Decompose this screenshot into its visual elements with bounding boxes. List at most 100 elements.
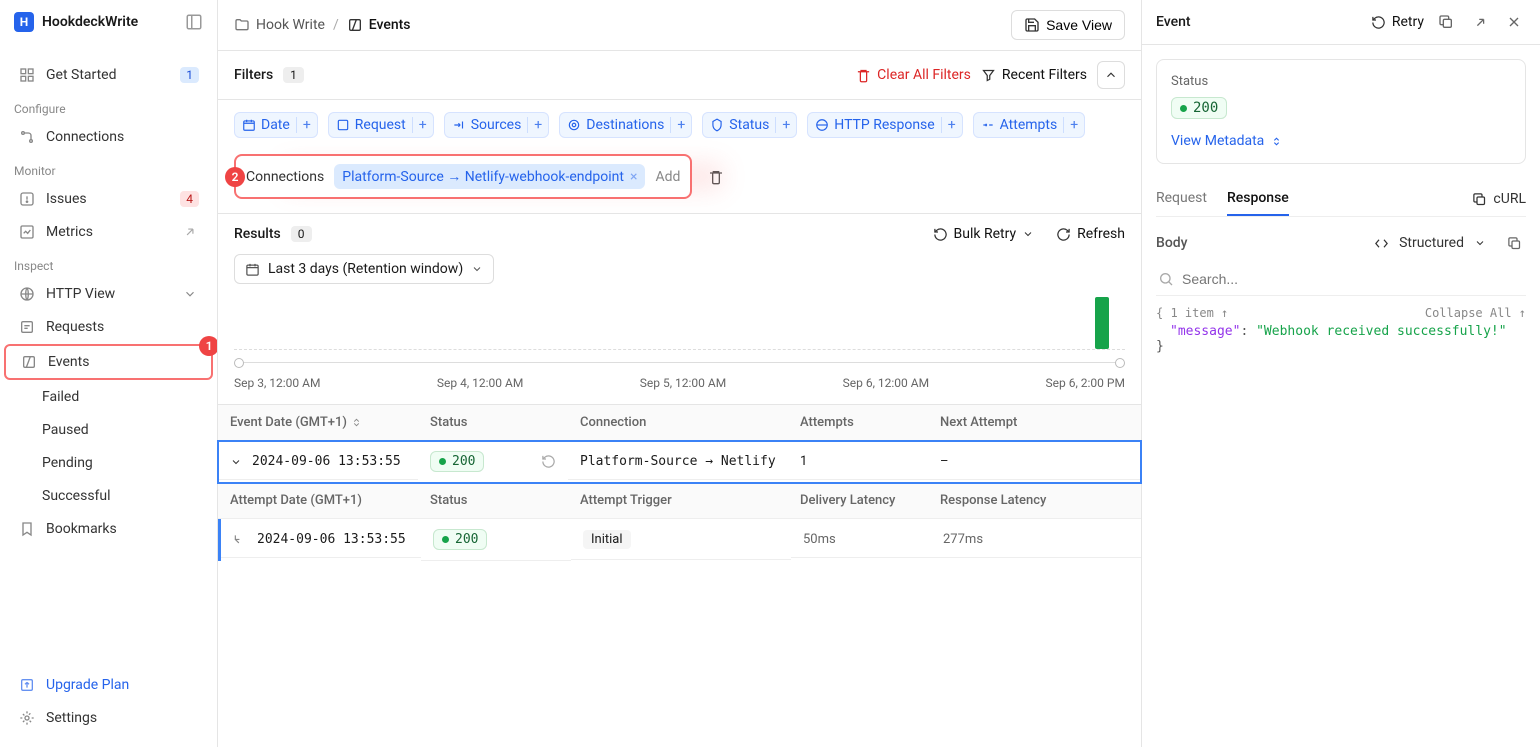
request-icon xyxy=(335,118,351,132)
collapse-all-button[interactable]: Collapse All ↑ xyxy=(1425,306,1526,320)
chevron-down-icon xyxy=(181,287,199,301)
remove-chip-icon[interactable]: × xyxy=(630,169,637,185)
column-next-attempt[interactable]: Next Attempt xyxy=(928,405,1141,441)
retry-icon xyxy=(933,227,948,242)
sidebar-item-events-pending[interactable]: Pending xyxy=(4,447,213,479)
breadcrumb-root[interactable]: Hook Write xyxy=(234,17,325,33)
json-value: "Webhook received successfully!" xyxy=(1256,324,1506,339)
filter-pill-destinations[interactable]: Destinations+ xyxy=(559,112,692,138)
plus-icon[interactable]: + xyxy=(1063,117,1078,133)
status-badge: 200 xyxy=(1171,97,1227,119)
filters-count: 1 xyxy=(283,67,304,83)
topbar: Hook Write / Events Save View xyxy=(218,0,1141,51)
events-icon xyxy=(347,17,363,33)
tab-request[interactable]: Request xyxy=(1156,182,1207,216)
column-attempt-date: Attempt Date (GMT+1) xyxy=(218,483,418,519)
column-connection[interactable]: Connection xyxy=(568,405,788,441)
sidebar-item-events-paused[interactable]: Paused xyxy=(4,414,213,446)
sidebar-item-upgrade[interactable]: Upgrade Plan xyxy=(4,669,213,701)
copy-icon[interactable] xyxy=(1434,10,1458,34)
tab-response[interactable]: Response xyxy=(1227,182,1289,216)
event-row[interactable]: 2024-09-06 13:53:55 200 Platform-Source … xyxy=(218,441,1141,483)
clear-all-filters-button[interactable]: Clear All Filters xyxy=(856,67,971,83)
breadcrumb-separator: / xyxy=(333,17,339,33)
filter-pill-http-response[interactable]: HTTP Response+ xyxy=(807,112,962,138)
retry-button[interactable]: Retry xyxy=(1371,14,1424,30)
filter-pill-sources[interactable]: Sources+ xyxy=(444,112,550,138)
collapse-filters-button[interactable] xyxy=(1097,61,1125,89)
connections-icon xyxy=(18,129,36,145)
detail-tabs: Request Response cURL xyxy=(1156,182,1526,217)
date-range-dropdown[interactable]: Last 3 days (Retention window) xyxy=(234,254,494,284)
refresh-button[interactable]: Refresh xyxy=(1056,226,1125,242)
recent-filters-button[interactable]: Recent Filters xyxy=(981,67,1087,83)
recent-filters-label: Recent Filters xyxy=(1002,67,1087,83)
panel-toggle-icon[interactable] xyxy=(185,13,203,31)
copy-body-icon[interactable] xyxy=(1502,231,1526,255)
column-delivery-latency: Delivery Latency xyxy=(788,483,928,519)
expand-icon[interactable] xyxy=(1468,10,1492,34)
filter-pill-request[interactable]: Request+ xyxy=(328,112,434,138)
time-label: Sep 3, 12:00 AM xyxy=(234,376,320,390)
chevron-down-icon xyxy=(471,263,483,275)
sidebar-item-connections[interactable]: Connections xyxy=(4,121,213,153)
body-search-input[interactable] xyxy=(1156,263,1526,296)
sidebar-item-settings[interactable]: Settings xyxy=(4,702,213,734)
view-metadata-link[interactable]: View Metadata xyxy=(1171,133,1511,149)
chevron-up-icon xyxy=(1104,68,1118,82)
sidebar-item-bookmarks[interactable]: Bookmarks xyxy=(4,513,213,545)
chevron-down-icon[interactable] xyxy=(230,456,242,468)
sidebar-item-label: Paused xyxy=(42,422,199,438)
sidebar-item-issues[interactable]: Issues 4 xyxy=(4,183,213,215)
event-date-cell: 2024-09-06 13:53:55 xyxy=(252,454,401,469)
save-view-label: Save View xyxy=(1046,17,1112,33)
active-filter-chip[interactable]: Platform-Source → Netlify-webhook-endpoi… xyxy=(334,164,645,189)
date-range-label: Last 3 days (Retention window) xyxy=(268,261,463,277)
structured-toggle[interactable]: Structured xyxy=(1399,235,1464,251)
plus-icon[interactable]: + xyxy=(775,117,790,133)
column-status[interactable]: Status xyxy=(418,405,568,441)
sidebar-item-events[interactable]: Events 1 xyxy=(4,344,213,380)
retry-icon[interactable] xyxy=(541,454,556,469)
breadcrumb-current: Events xyxy=(347,17,411,33)
sidebar-item-label: Failed xyxy=(42,389,199,405)
plus-icon[interactable]: + xyxy=(670,117,685,133)
active-filter-connections: 2 Connections Platform-Source → Netlify-… xyxy=(234,154,692,199)
plus-icon[interactable]: + xyxy=(527,117,542,133)
bulk-retry-button[interactable]: Bulk Retry xyxy=(933,226,1035,242)
time-label: Sep 6, 12:00 AM xyxy=(843,376,929,390)
sidebar-item-events-successful[interactable]: Successful xyxy=(4,480,213,512)
column-event-date[interactable]: Event Date (GMT+1) xyxy=(218,405,418,441)
trigger-cell: Initial xyxy=(583,530,631,549)
upgrade-icon xyxy=(18,677,36,693)
breadcrumb-root-label: Hook Write xyxy=(256,17,325,33)
status-card: Status 200 View Metadata xyxy=(1156,59,1526,164)
column-attempt-trigger: Attempt Trigger xyxy=(568,483,788,519)
plus-icon[interactable]: + xyxy=(412,117,427,133)
attempt-row[interactable]: 2024-09-06 13:53:55 200 Initial 50ms 277… xyxy=(218,519,1141,561)
close-icon[interactable] xyxy=(1502,10,1526,34)
delete-filter-button[interactable] xyxy=(708,169,724,185)
sidebar-item-get-started[interactable]: Get Started 1 xyxy=(4,59,213,91)
filter-pill-attempts[interactable]: Attempts+ xyxy=(973,112,1086,138)
section-inspect: Inspect xyxy=(0,249,217,277)
sidebar-item-label: Get Started xyxy=(46,67,170,83)
filter-pill-date[interactable]: Date+ xyxy=(234,112,318,138)
sidebar-item-requests[interactable]: Requests xyxy=(4,311,213,343)
tab-curl[interactable]: cURL xyxy=(1472,191,1526,207)
plus-icon[interactable]: + xyxy=(296,117,311,133)
add-filter-value-button[interactable]: Add xyxy=(655,169,680,185)
sidebar-item-label: Successful xyxy=(42,488,199,504)
column-attempts[interactable]: Attempts xyxy=(788,405,928,441)
save-view-button[interactable]: Save View xyxy=(1011,10,1125,40)
attempt-date-cell: 2024-09-06 13:53:55 xyxy=(257,532,406,547)
events-icon xyxy=(20,354,38,370)
sidebar-item-metrics[interactable]: Metrics xyxy=(4,216,213,248)
plus-icon[interactable]: + xyxy=(941,117,956,133)
workspace-name[interactable]: HookdeckWrite xyxy=(42,14,177,30)
timeline-chart[interactable]: Sep 3, 12:00 AM Sep 4, 12:00 AM Sep 5, 1… xyxy=(218,294,1141,404)
json-body: { 1 item ↑ Collapse All ↑ "message": "We… xyxy=(1156,306,1526,354)
sidebar-item-events-failed[interactable]: Failed xyxy=(4,381,213,413)
filter-pill-status[interactable]: Status+ xyxy=(702,112,797,138)
sidebar-item-http-view[interactable]: HTTP View xyxy=(4,278,213,310)
